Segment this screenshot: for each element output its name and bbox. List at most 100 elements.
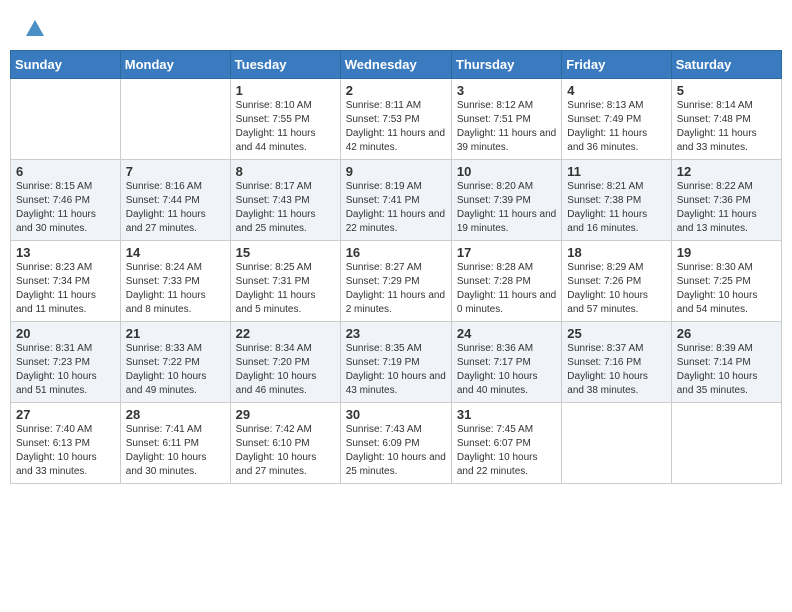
day-info: Sunrise: 8:33 AM Sunset: 7:22 PM Dayligh… (126, 342, 225, 398)
calendar-cell: 19Sunrise: 8:30 AM Sunset: 7:25 PM Dayli… (671, 241, 781, 322)
day-number: 9 (346, 164, 446, 179)
calendar-cell: 8Sunrise: 8:17 AM Sunset: 7:43 PM Daylig… (230, 160, 340, 241)
calendar-cell: 28Sunrise: 7:41 AM Sunset: 6:11 PM Dayli… (120, 403, 230, 484)
day-info: Sunrise: 7:45 AM Sunset: 6:07 PM Dayligh… (457, 423, 556, 479)
calendar-cell: 2Sunrise: 8:11 AM Sunset: 7:53 PM Daylig… (340, 79, 451, 160)
day-number: 10 (457, 164, 556, 179)
calendar-cell: 17Sunrise: 8:28 AM Sunset: 7:28 PM Dayli… (451, 241, 561, 322)
calendar-week-row: 1Sunrise: 8:10 AM Sunset: 7:55 PM Daylig… (11, 79, 782, 160)
day-number: 16 (346, 245, 446, 260)
day-info: Sunrise: 8:11 AM Sunset: 7:53 PM Dayligh… (346, 99, 446, 155)
calendar-cell (671, 403, 781, 484)
day-info: Sunrise: 8:30 AM Sunset: 7:25 PM Dayligh… (677, 261, 776, 317)
day-info: Sunrise: 8:36 AM Sunset: 7:17 PM Dayligh… (457, 342, 556, 398)
day-info: Sunrise: 8:17 AM Sunset: 7:43 PM Dayligh… (236, 180, 335, 236)
day-number: 8 (236, 164, 335, 179)
day-info: Sunrise: 8:10 AM Sunset: 7:55 PM Dayligh… (236, 99, 335, 155)
calendar-cell: 3Sunrise: 8:12 AM Sunset: 7:51 PM Daylig… (451, 79, 561, 160)
calendar-cell: 1Sunrise: 8:10 AM Sunset: 7:55 PM Daylig… (230, 79, 340, 160)
day-info: Sunrise: 8:31 AM Sunset: 7:23 PM Dayligh… (16, 342, 115, 398)
day-number: 15 (236, 245, 335, 260)
calendar-cell: 24Sunrise: 8:36 AM Sunset: 7:17 PM Dayli… (451, 322, 561, 403)
day-info: Sunrise: 8:15 AM Sunset: 7:46 PM Dayligh… (16, 180, 115, 236)
day-info: Sunrise: 8:29 AM Sunset: 7:26 PM Dayligh… (567, 261, 665, 317)
calendar-week-row: 13Sunrise: 8:23 AM Sunset: 7:34 PM Dayli… (11, 241, 782, 322)
day-number: 5 (677, 83, 776, 98)
day-info: Sunrise: 7:40 AM Sunset: 6:13 PM Dayligh… (16, 423, 115, 479)
calendar-cell: 5Sunrise: 8:14 AM Sunset: 7:48 PM Daylig… (671, 79, 781, 160)
calendar-cell: 4Sunrise: 8:13 AM Sunset: 7:49 PM Daylig… (562, 79, 671, 160)
calendar-cell: 29Sunrise: 7:42 AM Sunset: 6:10 PM Dayli… (230, 403, 340, 484)
day-number: 14 (126, 245, 225, 260)
day-number: 27 (16, 407, 115, 422)
day-info: Sunrise: 8:16 AM Sunset: 7:44 PM Dayligh… (126, 180, 225, 236)
day-number: 26 (677, 326, 776, 341)
calendar-cell: 22Sunrise: 8:34 AM Sunset: 7:20 PM Dayli… (230, 322, 340, 403)
calendar-day-header: Saturday (671, 51, 781, 79)
day-number: 19 (677, 245, 776, 260)
calendar-header-row: SundayMondayTuesdayWednesdayThursdayFrid… (11, 51, 782, 79)
calendar-week-row: 27Sunrise: 7:40 AM Sunset: 6:13 PM Dayli… (11, 403, 782, 484)
day-number: 29 (236, 407, 335, 422)
day-info: Sunrise: 8:24 AM Sunset: 7:33 PM Dayligh… (126, 261, 225, 317)
day-number: 11 (567, 164, 665, 179)
day-info: Sunrise: 8:23 AM Sunset: 7:34 PM Dayligh… (16, 261, 115, 317)
day-number: 24 (457, 326, 556, 341)
calendar-day-header: Wednesday (340, 51, 451, 79)
day-number: 7 (126, 164, 225, 179)
day-info: Sunrise: 8:39 AM Sunset: 7:14 PM Dayligh… (677, 342, 776, 398)
calendar-cell: 25Sunrise: 8:37 AM Sunset: 7:16 PM Dayli… (562, 322, 671, 403)
calendar-table: SundayMondayTuesdayWednesdayThursdayFrid… (10, 50, 782, 484)
calendar-cell (11, 79, 121, 160)
day-info: Sunrise: 8:20 AM Sunset: 7:39 PM Dayligh… (457, 180, 556, 236)
calendar-cell: 15Sunrise: 8:25 AM Sunset: 7:31 PM Dayli… (230, 241, 340, 322)
calendar-cell (120, 79, 230, 160)
day-info: Sunrise: 8:13 AM Sunset: 7:49 PM Dayligh… (567, 99, 665, 155)
day-number: 25 (567, 326, 665, 341)
logo-icon (24, 18, 46, 40)
day-info: Sunrise: 7:42 AM Sunset: 6:10 PM Dayligh… (236, 423, 335, 479)
day-number: 18 (567, 245, 665, 260)
calendar-cell: 10Sunrise: 8:20 AM Sunset: 7:39 PM Dayli… (451, 160, 561, 241)
calendar-cell: 18Sunrise: 8:29 AM Sunset: 7:26 PM Dayli… (562, 241, 671, 322)
calendar-cell: 11Sunrise: 8:21 AM Sunset: 7:38 PM Dayli… (562, 160, 671, 241)
calendar-body: 1Sunrise: 8:10 AM Sunset: 7:55 PM Daylig… (11, 79, 782, 484)
day-number: 22 (236, 326, 335, 341)
day-info: Sunrise: 7:41 AM Sunset: 6:11 PM Dayligh… (126, 423, 225, 479)
page-header (10, 10, 782, 44)
calendar-cell (562, 403, 671, 484)
day-info: Sunrise: 8:27 AM Sunset: 7:29 PM Dayligh… (346, 261, 446, 317)
day-info: Sunrise: 8:21 AM Sunset: 7:38 PM Dayligh… (567, 180, 665, 236)
calendar-cell: 31Sunrise: 7:45 AM Sunset: 6:07 PM Dayli… (451, 403, 561, 484)
calendar-cell: 21Sunrise: 8:33 AM Sunset: 7:22 PM Dayli… (120, 322, 230, 403)
day-number: 30 (346, 407, 446, 422)
day-number: 31 (457, 407, 556, 422)
day-number: 23 (346, 326, 446, 341)
day-info: Sunrise: 8:34 AM Sunset: 7:20 PM Dayligh… (236, 342, 335, 398)
calendar-cell: 14Sunrise: 8:24 AM Sunset: 7:33 PM Dayli… (120, 241, 230, 322)
day-info: Sunrise: 8:28 AM Sunset: 7:28 PM Dayligh… (457, 261, 556, 317)
day-number: 12 (677, 164, 776, 179)
calendar-day-header: Tuesday (230, 51, 340, 79)
calendar-day-header: Sunday (11, 51, 121, 79)
calendar-cell: 12Sunrise: 8:22 AM Sunset: 7:36 PM Dayli… (671, 160, 781, 241)
calendar-cell: 7Sunrise: 8:16 AM Sunset: 7:44 PM Daylig… (120, 160, 230, 241)
day-number: 17 (457, 245, 556, 260)
logo (20, 18, 46, 40)
calendar-cell: 6Sunrise: 8:15 AM Sunset: 7:46 PM Daylig… (11, 160, 121, 241)
day-info: Sunrise: 8:14 AM Sunset: 7:48 PM Dayligh… (677, 99, 776, 155)
calendar-cell: 27Sunrise: 7:40 AM Sunset: 6:13 PM Dayli… (11, 403, 121, 484)
calendar-day-header: Friday (562, 51, 671, 79)
calendar-cell: 16Sunrise: 8:27 AM Sunset: 7:29 PM Dayli… (340, 241, 451, 322)
day-info: Sunrise: 8:22 AM Sunset: 7:36 PM Dayligh… (677, 180, 776, 236)
day-number: 6 (16, 164, 115, 179)
calendar-week-row: 6Sunrise: 8:15 AM Sunset: 7:46 PM Daylig… (11, 160, 782, 241)
day-number: 3 (457, 83, 556, 98)
day-number: 28 (126, 407, 225, 422)
day-info: Sunrise: 8:37 AM Sunset: 7:16 PM Dayligh… (567, 342, 665, 398)
calendar-cell: 30Sunrise: 7:43 AM Sunset: 6:09 PM Dayli… (340, 403, 451, 484)
calendar-cell: 9Sunrise: 8:19 AM Sunset: 7:41 PM Daylig… (340, 160, 451, 241)
day-number: 21 (126, 326, 225, 341)
calendar-cell: 20Sunrise: 8:31 AM Sunset: 7:23 PM Dayli… (11, 322, 121, 403)
day-number: 4 (567, 83, 665, 98)
